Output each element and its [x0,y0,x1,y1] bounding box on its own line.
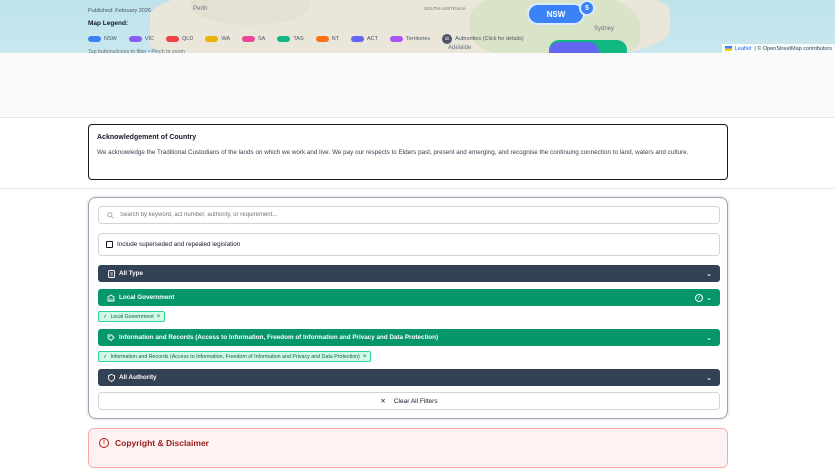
published-date: Published: February 2026 [88,8,151,14]
legend-hint: Tap buttons/icons to filter • Pinch to z… [88,49,185,55]
document-icon [107,269,115,278]
information-records-chip[interactable]: ✓ Information and Records (Access to Inf… [98,351,372,362]
clear-all-filters-button[interactable]: ✕ Clear All Filters [98,392,720,410]
divider [0,188,835,189]
chip-label: Local Government [110,313,154,320]
chevron-down-icon: ⌄ [706,334,712,342]
search-box[interactable] [98,206,720,224]
cluster-count-marker[interactable]: 5 [579,0,595,16]
legend-item-qld[interactable]: QLD [166,36,193,42]
copyright-disclaimer-box[interactable]: ! Copyright & Disclaimer [88,428,728,468]
legend-item-nsw[interactable]: NSW [88,36,117,42]
local-government-chip[interactable]: ✓ Local Government × [98,311,166,322]
map-marker-cluster[interactable] [549,42,599,53]
legend-label: Territories [405,36,431,42]
legend-row: NSW VIC QLD WA SA TAS NT ACT Territories ⚖ Authori… [88,34,536,44]
legend-swatch [350,36,364,42]
authorities-icon: ⚖ [442,34,453,44]
map-label-sa: SOUTH AUSTRALIA [424,6,466,11]
legend-label: Authorities (Click for details) [455,36,524,42]
map-label-adelaide: Adelaide [448,45,472,51]
remove-chip-icon[interactable]: × [363,354,367,360]
tag-icon [107,334,115,342]
legend-label: NSW [104,36,117,42]
flag-icon [724,46,732,51]
attribution-text: | © OpenStreetMap contributors [754,45,832,52]
check-icon: ✓ [103,313,108,320]
local-government-label: Local Government [119,294,175,301]
type-filter-label: All Type [119,270,144,277]
legend-swatch [88,36,101,42]
legend-swatch [128,36,142,42]
legend-label: WA [221,36,230,42]
legend-item-sa[interactable]: SA [241,36,266,42]
chevron-down-icon: ⌄ [706,270,712,278]
filter-panel: Include superseded and repealed legislat… [88,197,728,419]
legend-label: SA [257,36,266,42]
alert-icon: ! [99,438,109,448]
legend-item-authorities[interactable]: ⚖ Authorities (Click for details) [442,34,524,44]
map-label-perth: Perth [193,6,208,12]
remove-chip-icon[interactable]: × [157,314,161,320]
legend-label: NT [331,36,339,42]
legend-swatch [241,36,255,42]
legend-item-nt[interactable]: NT [315,36,339,42]
chevron-down-icon: ⌄ [706,374,712,382]
leaflet-link[interactable]: Leaflet [735,46,752,52]
legend-label: ACT [366,36,378,42]
authority-filter-dropdown[interactable]: All Authority ⌄ [98,369,720,386]
legend-item-wa[interactable]: WA [205,36,230,42]
acknowledgement-body: We acknowledge the Traditional Custodian… [97,149,689,156]
include-superseded-row[interactable]: Include superseded and repealed legislat… [98,233,720,256]
authority-filter-label: All Authority [119,374,157,381]
clear-all-filters-label: Clear All Filters [393,397,438,405]
search-input[interactable] [120,212,700,218]
map-attribution: Leaflet | © OpenStreetMap contributors [721,44,835,53]
include-superseded-label: Include superseded and repealed legislat… [117,241,241,248]
information-records-label: Information and Records (Access to Infor… [119,334,439,341]
acknowledgement-title: Acknowledgement of Country [97,134,197,141]
acknowledgement-box: Acknowledgement of Country We acknowledg… [88,124,728,180]
close-icon: ✕ [380,398,386,405]
local-government-dropdown[interactable]: Local Government ✓ ⌄ [98,289,720,306]
check-icon: ✓ [103,353,108,360]
legend-title: Map Legend: [88,20,129,27]
copyright-title: Copyright & Disclaimer [115,438,209,448]
legend-item-act[interactable]: ACT [350,36,378,42]
legend-label: QLD [182,36,194,42]
chevron-down-icon: ⌄ [706,294,712,302]
type-filter-dropdown[interactable]: All Type ⌄ [98,265,720,282]
nsw-marker[interactable]: NSW [527,3,585,25]
chip-label: Information and Records (Access to Infor… [110,353,360,360]
map-label-sydney: Sydney [594,26,615,32]
legend-item-tas[interactable]: TAS [277,36,304,42]
legend-swatch [389,36,403,42]
legend-label: TAS [293,36,304,42]
legend-panel [0,53,835,118]
include-superseded-checkbox[interactable] [106,241,113,248]
shield-icon [107,373,115,382]
legend-swatch [166,36,180,42]
building-icon [107,293,115,302]
legend-swatch [277,36,291,42]
legend-swatch [205,36,219,42]
search-icon [107,206,114,224]
legend-swatch [315,36,329,42]
legend-item-vic[interactable]: VIC [128,36,155,42]
legend-item-territories[interactable]: Territories [389,36,431,42]
check-circle-icon: ✓ [695,293,704,302]
legend-label: VIC [144,36,155,42]
information-records-dropdown[interactable]: Information and Records (Access to Infor… [98,329,720,346]
